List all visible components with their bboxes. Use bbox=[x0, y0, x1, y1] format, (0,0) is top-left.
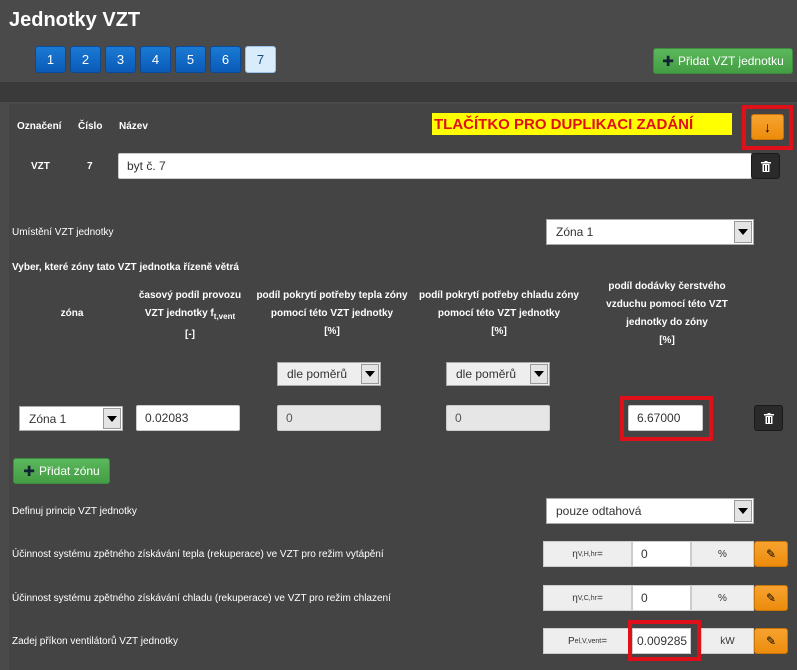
principle-value: pouze odtahová bbox=[556, 504, 642, 518]
col-time-unit: [-] bbox=[185, 329, 195, 340]
page-button-4[interactable]: 4 bbox=[140, 46, 171, 73]
unit-pager: 1 2 3 4 5 6 7 bbox=[35, 46, 276, 73]
heat-share-input: 0 bbox=[277, 405, 381, 431]
arrow-down-icon: ↓ bbox=[764, 119, 771, 135]
heat-recovery-input[interactable]: 0 bbox=[632, 541, 691, 567]
time-share-input[interactable]: 0.02083 bbox=[136, 405, 240, 431]
heat-mode-value: dle poměrů bbox=[287, 367, 348, 381]
chevron-down-icon bbox=[530, 364, 548, 384]
page-button-5[interactable]: 5 bbox=[175, 46, 206, 73]
supply-share-value: 6.67000 bbox=[637, 411, 681, 425]
col-time-line1: časový podíl provozu bbox=[138, 290, 242, 301]
cool-recovery-symbol: η V,C,hr = bbox=[543, 585, 632, 611]
cool-share-input: 0 bbox=[446, 405, 550, 431]
cool-recovery-input[interactable]: 0 bbox=[632, 585, 691, 611]
col-cool: podíl pokrytí potřeby chladu zóny pomocí… bbox=[416, 287, 582, 341]
heat-recovery-symbol: η V,H,hr = bbox=[543, 541, 632, 567]
plus-icon: ✚ bbox=[23, 462, 36, 479]
edit-icon: ✎ bbox=[765, 634, 777, 648]
supply-share-input[interactable]: 6.67000 bbox=[628, 405, 703, 431]
col-supply-text: podíl dodávky čerstvého vzduchu pomocí t… bbox=[606, 281, 728, 328]
fan-power-unit: kW bbox=[701, 628, 754, 654]
heat-recovery-unit: % bbox=[691, 541, 754, 567]
col-heat-text: podíl pokrytí potřeby tepla zóny pomocí … bbox=[256, 290, 408, 319]
edit-icon: ✎ bbox=[765, 591, 777, 605]
placement-value: Zóna 1 bbox=[556, 225, 594, 239]
page-title: Jednotky VZT bbox=[9, 9, 141, 31]
fan-power-input[interactable]: 0.009285 bbox=[632, 628, 691, 654]
placement-select[interactable]: Zóna 1 bbox=[546, 219, 754, 245]
col-cool-text: podíl pokrytí potřeby chladu zóny pomocí… bbox=[418, 290, 579, 319]
edit-cool-recovery-button[interactable]: ✎ bbox=[754, 585, 788, 611]
edit-icon: ✎ bbox=[765, 547, 777, 561]
add-zone-button[interactable]: ✚ Přidat zónu bbox=[13, 458, 110, 484]
col-heat: podíl pokrytí potřeby tepla zóny pomocí … bbox=[253, 287, 411, 341]
chevron-down-icon bbox=[734, 500, 752, 522]
heat-mode-select[interactable]: dle poměrů bbox=[277, 362, 381, 386]
separator-bar bbox=[0, 82, 797, 102]
add-zone-label: Přidat zónu bbox=[39, 464, 100, 478]
unit-name-value: byt č. 7 bbox=[127, 159, 166, 173]
col-heat-unit: [%] bbox=[324, 326, 340, 337]
unit-cislo: 7 bbox=[87, 161, 93, 172]
page-button-6[interactable]: 6 bbox=[210, 46, 241, 73]
cool-recovery-value: 0 bbox=[641, 591, 648, 605]
chevron-down-icon bbox=[734, 221, 752, 243]
cool-mode-value: dle poměrů bbox=[456, 367, 517, 381]
heat-recovery-value: 0 bbox=[641, 547, 648, 561]
chevron-down-icon bbox=[103, 408, 121, 429]
page-button-7[interactable]: 7 bbox=[245, 46, 276, 73]
delete-unit-button[interactable] bbox=[751, 153, 780, 179]
plus-icon: ✚ bbox=[662, 52, 674, 69]
page-button-3[interactable]: 3 bbox=[105, 46, 136, 73]
add-unit-label: Přidat VZT jednotku bbox=[677, 54, 784, 68]
heat-recovery-label: Účinnost systému zpětného získávání tepl… bbox=[12, 549, 384, 560]
placement-label: Umístění VZT jednotky bbox=[12, 227, 114, 238]
edit-heat-recovery-button[interactable]: ✎ bbox=[754, 541, 788, 567]
zone-value: Zóna 1 bbox=[29, 411, 67, 426]
duplicate-annotation: TLAČÍTKO PRO DUPLIKACI ZADÁNÍ bbox=[432, 113, 732, 135]
col-header-oznaceni: Označení bbox=[17, 121, 62, 132]
col-zona: zóna bbox=[60, 308, 84, 319]
time-share-value: 0.02083 bbox=[145, 411, 189, 425]
fan-power-symbol: Pel,V,vent = bbox=[543, 628, 632, 654]
chevron-down-icon bbox=[361, 364, 379, 384]
trash-icon bbox=[760, 160, 771, 172]
duplicate-button[interactable]: ↓ bbox=[751, 114, 784, 140]
col-supply: podíl dodávky čerstvého vzduchu pomocí t… bbox=[597, 278, 737, 350]
page-button-1[interactable]: 1 bbox=[35, 46, 66, 73]
trash-icon bbox=[763, 412, 774, 424]
delete-zone-button[interactable] bbox=[754, 405, 783, 431]
edit-fan-power-button[interactable]: ✎ bbox=[754, 628, 788, 654]
col-header-cislo: Číslo bbox=[78, 121, 103, 132]
cool-recovery-label: Účinnost systému zpětného získávání chla… bbox=[12, 593, 391, 604]
zone-select[interactable]: Zóna 1 bbox=[19, 406, 123, 431]
cool-share-value: 0 bbox=[455, 411, 462, 425]
col-header-nazev: Název bbox=[119, 121, 148, 132]
fan-power-value: 0.009285 bbox=[637, 634, 688, 648]
heat-share-value: 0 bbox=[286, 411, 293, 425]
fan-power-label: Zadej příkon ventilátorů VZT jednotky bbox=[12, 636, 179, 647]
col-supply-unit: [%] bbox=[659, 335, 675, 346]
add-unit-button[interactable]: ✚ Přidat VZT jednotku bbox=[653, 48, 793, 74]
principle-select[interactable]: pouze odtahová bbox=[546, 498, 754, 524]
col-time-line2: VZT jednotky ft,vent bbox=[144, 308, 236, 321]
cool-recovery-unit: % bbox=[691, 585, 754, 611]
col-time: časový podíl provozu VZT jednotky ft,ven… bbox=[130, 287, 250, 344]
page-button-2[interactable]: 2 bbox=[70, 46, 101, 73]
principle-label: Definuj princip VZT jednotky bbox=[12, 506, 137, 517]
unit-name-input[interactable]: byt č. 7 bbox=[118, 153, 752, 179]
unit-oznaceni: VZT bbox=[31, 161, 50, 172]
cool-mode-select[interactable]: dle poměrů bbox=[446, 362, 550, 386]
col-time-sub: t,vent bbox=[213, 312, 236, 321]
zones-heading: Vyber, které zóny tato VZT jednotka říze… bbox=[12, 262, 239, 273]
col-cool-unit: [%] bbox=[491, 326, 507, 337]
